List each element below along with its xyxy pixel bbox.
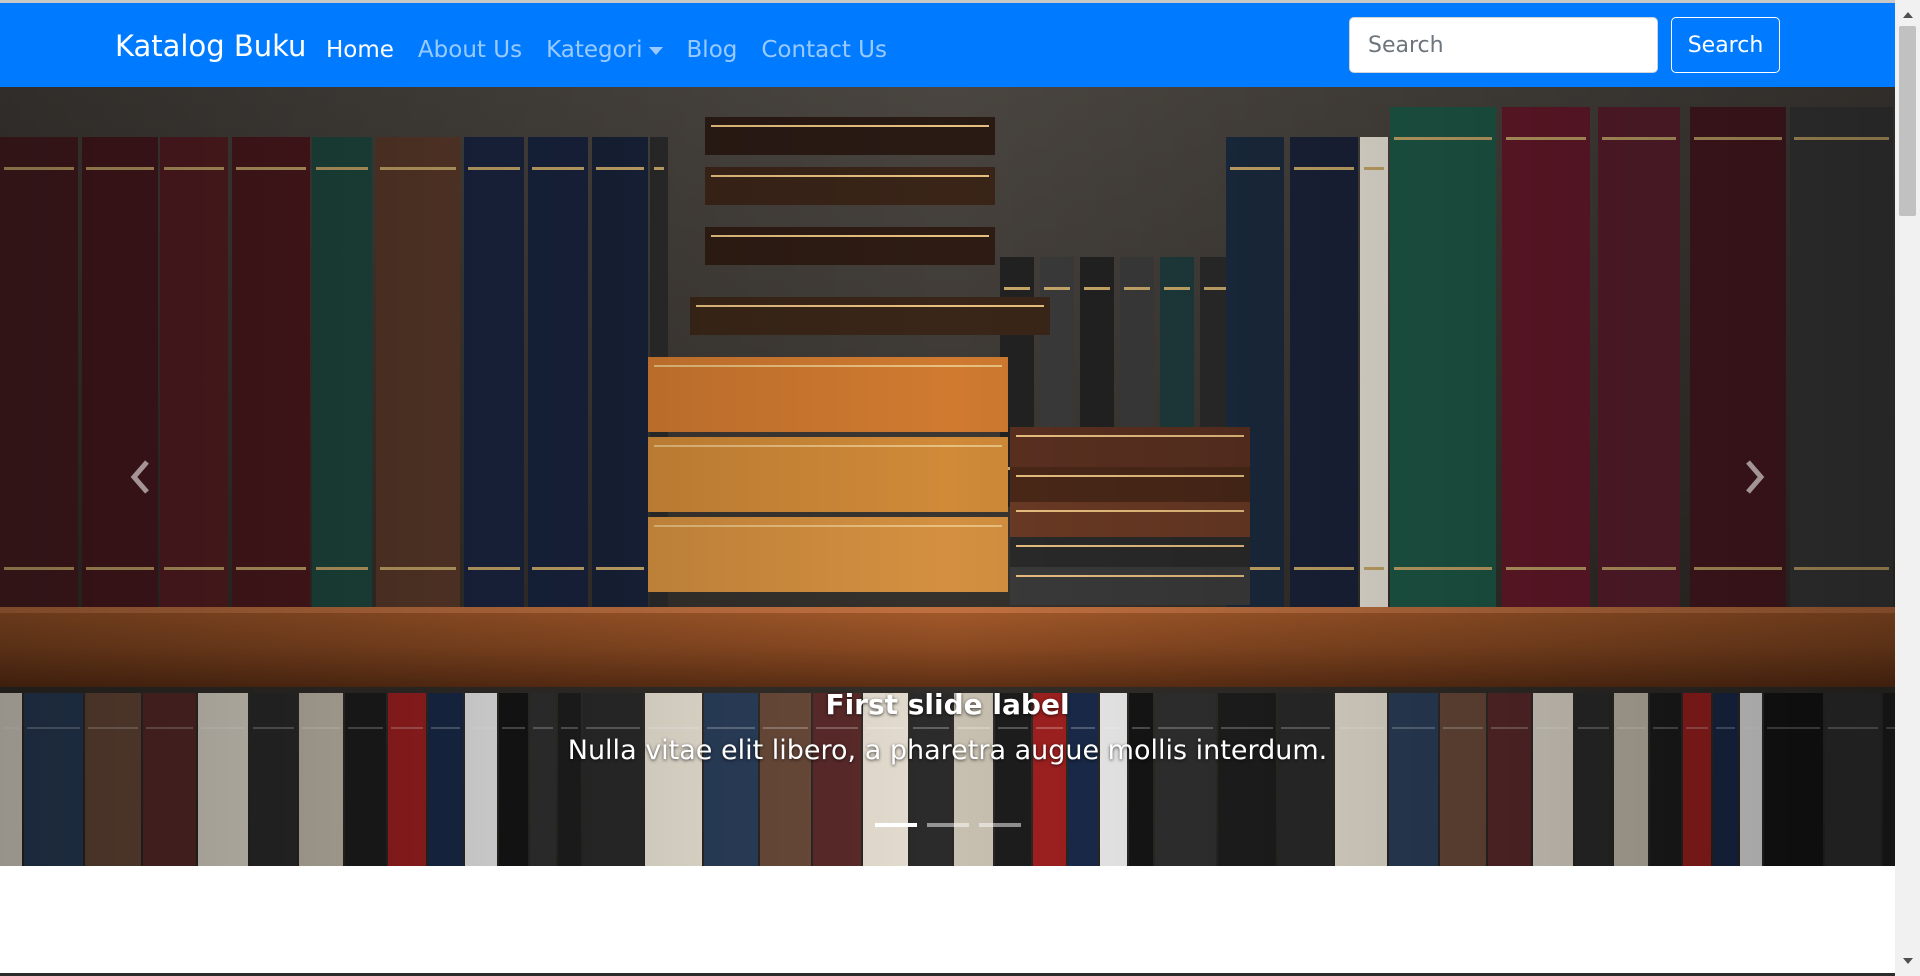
nav-contact-link[interactable]: Contact Us [761,32,887,68]
page: Katalog Buku Home About Us Kategori Blog… [0,0,1895,976]
carousel-next-control[interactable] [1655,87,1855,866]
carousel: First slide label Nulla vitae elit liber… [0,87,1895,866]
carousel-indicator-2[interactable] [927,823,969,827]
carousel-indicator-1[interactable] [875,823,917,827]
carousel-indicator-3[interactable] [979,823,1021,827]
scroll-down-arrow-icon[interactable] [1895,950,1920,972]
carousel-indicators [870,823,1026,827]
chevron-left-icon [130,459,149,494]
search-input[interactable] [1349,17,1658,73]
scrollbar-thumb[interactable] [1899,26,1916,216]
vertical-scrollbar[interactable] [1895,0,1920,976]
navbar-brand[interactable]: Katalog Buku [115,28,306,64]
nav-kategori-label: Kategori [546,37,643,63]
carousel-caption: First slide label Nulla vitae elit liber… [300,687,1595,771]
chevron-right-icon [1746,459,1765,494]
nav-kategori-dropdown[interactable]: Kategori [546,32,663,68]
caption-title: First slide label [825,688,1070,721]
navbar: Katalog Buku Home About Us Kategori Blog… [0,3,1895,87]
caption-text: Nulla vitae elit libero, a pharetra augu… [567,735,1328,766]
nav-about-link[interactable]: About Us [418,32,522,68]
nav-blog-link[interactable]: Blog [687,32,738,68]
caret-down-icon [648,47,663,55]
nav-links: Home About Us Kategori Blog Contact Us [326,32,911,68]
scroll-up-arrow-icon[interactable] [1895,4,1920,26]
search-button[interactable]: Search [1671,17,1780,73]
nav-home-link[interactable]: Home [326,32,394,68]
carousel-prev-control[interactable] [40,87,240,866]
